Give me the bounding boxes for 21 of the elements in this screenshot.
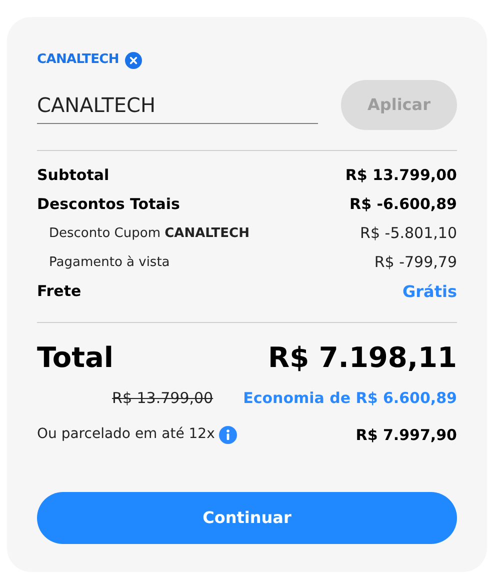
- info-icon[interactable]: [218, 426, 237, 444]
- total-label: Total: [37, 340, 114, 376]
- installments-label: Ou parcelado em até 12x: [37, 425, 215, 444]
- remove-icon[interactable]: [124, 52, 142, 68]
- summary-value: Grátis: [402, 280, 457, 302]
- summary-value: R$ -6.600,89: [350, 194, 457, 216]
- summary-value: R$ -799,79: [374, 252, 457, 274]
- applied-coupon-tag: CANALTECH: [37, 50, 119, 70]
- summary-value: R$ -5.801,10: [360, 223, 457, 244]
- summary-label: Descontos Totais: [37, 194, 180, 216]
- installments-value: R$ 7.997,90: [356, 424, 457, 446]
- summary-label: Desconto Cupom CANALTECH: [48, 224, 250, 243]
- coupon-input-field[interactable]: CANALTECH: [37, 86, 318, 124]
- original-price: R$ 13.799,00: [112, 388, 214, 409]
- continue-button[interactable]: Continuar: [37, 492, 457, 544]
- summary-value: R$ 13.799,00: [345, 165, 457, 186]
- summary-label: Frete: [37, 281, 82, 302]
- summary-label: Pagamento à vista: [48, 254, 170, 272]
- total-value: R$ 7.198,11: [268, 340, 457, 376]
- summary-label: Subtotal: [37, 165, 110, 186]
- savings-text: Economia de R$ 6.600,89: [243, 388, 457, 409]
